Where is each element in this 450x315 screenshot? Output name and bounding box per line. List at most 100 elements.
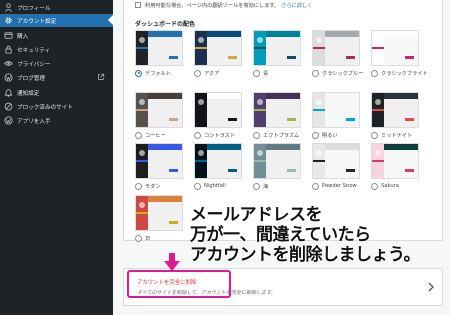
color-scheme-radio-row[interactable]: クラシックブルー bbox=[312, 68, 363, 78]
radio-button[interactable] bbox=[312, 131, 319, 139]
color-scheme-radio-row[interactable]: Powder Snow bbox=[312, 181, 357, 191]
color-scheme-radio-row[interactable]: Sakura bbox=[371, 181, 399, 191]
color-scheme-radio-row[interactable]: 海 bbox=[253, 181, 268, 191]
card-icon bbox=[4, 32, 13, 39]
radio-button[interactable] bbox=[194, 182, 201, 190]
color-scheme-radio-row[interactable]: クラシックブライト bbox=[371, 68, 428, 78]
color-scheme-preview[interactable] bbox=[371, 92, 419, 128]
radio-button[interactable] bbox=[253, 182, 260, 190]
color-scheme-option[interactable]: 日 bbox=[135, 195, 183, 245]
radio-button[interactable] bbox=[312, 69, 319, 77]
sidebar-item-security[interactable]: セキュリティ bbox=[0, 43, 113, 56]
sidebar-item-label: アカウント設定 bbox=[17, 19, 57, 25]
color-scheme-option[interactable]: Powder Snow bbox=[312, 143, 360, 193]
radio-button[interactable] bbox=[135, 182, 142, 190]
radio-button[interactable] bbox=[253, 69, 260, 77]
color-scheme-radio-row[interactable]: デフォルト bbox=[135, 68, 171, 78]
color-scheme-option[interactable]: Nightfall bbox=[194, 143, 242, 193]
color-scheme-preview[interactable] bbox=[253, 92, 301, 128]
color-scheme-preview[interactable] bbox=[194, 92, 242, 128]
color-scheme-radio-row[interactable]: エクトプラズム bbox=[253, 130, 299, 140]
color-scheme-label: クラシックブルー bbox=[322, 70, 364, 77]
color-scheme-preview[interactable] bbox=[312, 143, 360, 179]
color-scheme-preview[interactable] bbox=[194, 30, 242, 66]
radio-button[interactable] bbox=[194, 69, 201, 77]
chevron-right-icon[interactable] bbox=[427, 282, 435, 292]
color-scheme-radio-row[interactable]: 青 bbox=[253, 68, 268, 78]
color-scheme-option[interactable]: モダン bbox=[135, 143, 183, 193]
radio-button[interactable] bbox=[253, 131, 260, 139]
sidebar-item-get-apps[interactable]: アプリを入手 bbox=[0, 114, 113, 127]
color-scheme-option[interactable]: アクア bbox=[194, 30, 242, 80]
color-scheme-preview[interactable] bbox=[135, 30, 183, 66]
color-scheme-preview[interactable] bbox=[253, 143, 301, 179]
color-scheme-label: Nightfall bbox=[204, 183, 226, 189]
color-scheme-option[interactable]: 明るい bbox=[312, 92, 360, 142]
radio-button[interactable] bbox=[312, 182, 319, 190]
radio-button[interactable] bbox=[371, 182, 378, 190]
sidebar-item-label: アプリを入手 bbox=[17, 119, 51, 125]
color-scheme-preview[interactable] bbox=[253, 30, 301, 66]
color-scheme-option[interactable]: クラシックブライト bbox=[371, 30, 428, 80]
sidebar-item-notifications[interactable]: 通知設定 bbox=[0, 86, 113, 99]
translation-checkbox[interactable] bbox=[135, 2, 141, 8]
radio-button[interactable] bbox=[135, 234, 142, 242]
sidebar-item-purchases[interactable]: 購入 bbox=[0, 29, 113, 42]
color-scheme-preview[interactable] bbox=[371, 143, 419, 179]
learn-more-link[interactable]: さらに詳しく bbox=[281, 2, 312, 9]
color-scheme-radio-row[interactable]: 日 bbox=[135, 233, 150, 243]
color-scheme-radio-row[interactable]: コーヒー bbox=[135, 130, 166, 140]
sidebar: プロフィール アカウント設定 購入 セキュリティ プライバシー ブログ管理 通知… bbox=[0, 0, 113, 315]
sidebar-item-profile[interactable]: プロフィール bbox=[0, 1, 113, 14]
gear-icon bbox=[5, 17, 12, 24]
color-scheme-label: 明るい bbox=[322, 132, 338, 139]
color-scheme-option[interactable]: クラシックブルー bbox=[312, 30, 363, 80]
delete-highlight-box bbox=[127, 270, 231, 298]
color-scheme-radio-row[interactable]: アクア bbox=[194, 68, 219, 78]
color-scheme-preview[interactable] bbox=[312, 92, 360, 128]
color-scheme-preview[interactable] bbox=[135, 143, 183, 179]
color-scheme-radio-row[interactable]: モダン bbox=[135, 181, 161, 191]
person-icon bbox=[5, 3, 12, 12]
arrow-down-icon bbox=[164, 253, 180, 271]
radio-button[interactable] bbox=[135, 131, 142, 139]
color-scheme-option[interactable]: コーヒー bbox=[135, 92, 183, 142]
color-scheme-preview[interactable] bbox=[312, 30, 360, 66]
wordpress-icon bbox=[4, 73, 13, 82]
radio-button[interactable] bbox=[371, 131, 378, 139]
color-scheme-radio-row[interactable]: コントラスト bbox=[194, 130, 235, 140]
color-scheme-title: ダッシュボードの配色 bbox=[135, 21, 196, 28]
color-scheme-radio-row[interactable]: 明るい bbox=[312, 130, 338, 140]
callout-annotation: メールアドレスを 万が一、間違えていたら アカウントを削除しましょう。 bbox=[190, 205, 445, 265]
color-scheme-radio-row[interactable]: ミッドナイト bbox=[371, 130, 412, 140]
color-scheme-label: アクア bbox=[204, 70, 220, 77]
bell-icon bbox=[4, 89, 13, 97]
sidebar-item-account-settings[interactable]: アカウント設定 bbox=[0, 14, 113, 27]
color-scheme-option[interactable]: Sakura bbox=[371, 143, 419, 193]
color-scheme-preview[interactable] bbox=[135, 195, 183, 231]
sidebar-item-blocked-sites[interactable]: ブロック済みのサイト bbox=[0, 100, 113, 113]
color-scheme-option[interactable]: エクトプラズム bbox=[253, 92, 301, 142]
wordpress-icon bbox=[4, 116, 13, 125]
sidebar-item-label: 通知設定 bbox=[17, 91, 40, 97]
sidebar-item-blog-admin[interactable]: ブログ管理 bbox=[0, 71, 113, 84]
color-scheme-option[interactable]: デフォルト bbox=[135, 30, 183, 80]
color-scheme-label: コーヒー bbox=[145, 132, 166, 139]
color-scheme-option[interactable]: コントラスト bbox=[194, 92, 242, 142]
sidebar-item-label: プライバシー bbox=[17, 62, 51, 68]
external-link-icon bbox=[98, 73, 105, 80]
color-scheme-option[interactable]: 青 bbox=[253, 30, 301, 80]
sidebar-item-privacy[interactable]: プライバシー bbox=[0, 57, 113, 70]
radio-button[interactable] bbox=[135, 69, 142, 77]
color-scheme-label: モダン bbox=[145, 183, 161, 190]
color-scheme-option[interactable]: 海 bbox=[253, 143, 301, 193]
color-scheme-option[interactable]: ミッドナイト bbox=[371, 92, 419, 142]
color-scheme-label: エクトプラズム bbox=[263, 132, 300, 139]
callout-line: 万が一、間違えていたら bbox=[190, 225, 371, 245]
radio-button[interactable] bbox=[371, 69, 378, 77]
color-scheme-preview[interactable] bbox=[135, 92, 183, 128]
color-scheme-preview[interactable] bbox=[371, 30, 419, 66]
radio-button[interactable] bbox=[194, 131, 201, 139]
color-scheme-radio-row[interactable]: Nightfall bbox=[194, 181, 226, 191]
color-scheme-preview[interactable] bbox=[194, 143, 242, 179]
